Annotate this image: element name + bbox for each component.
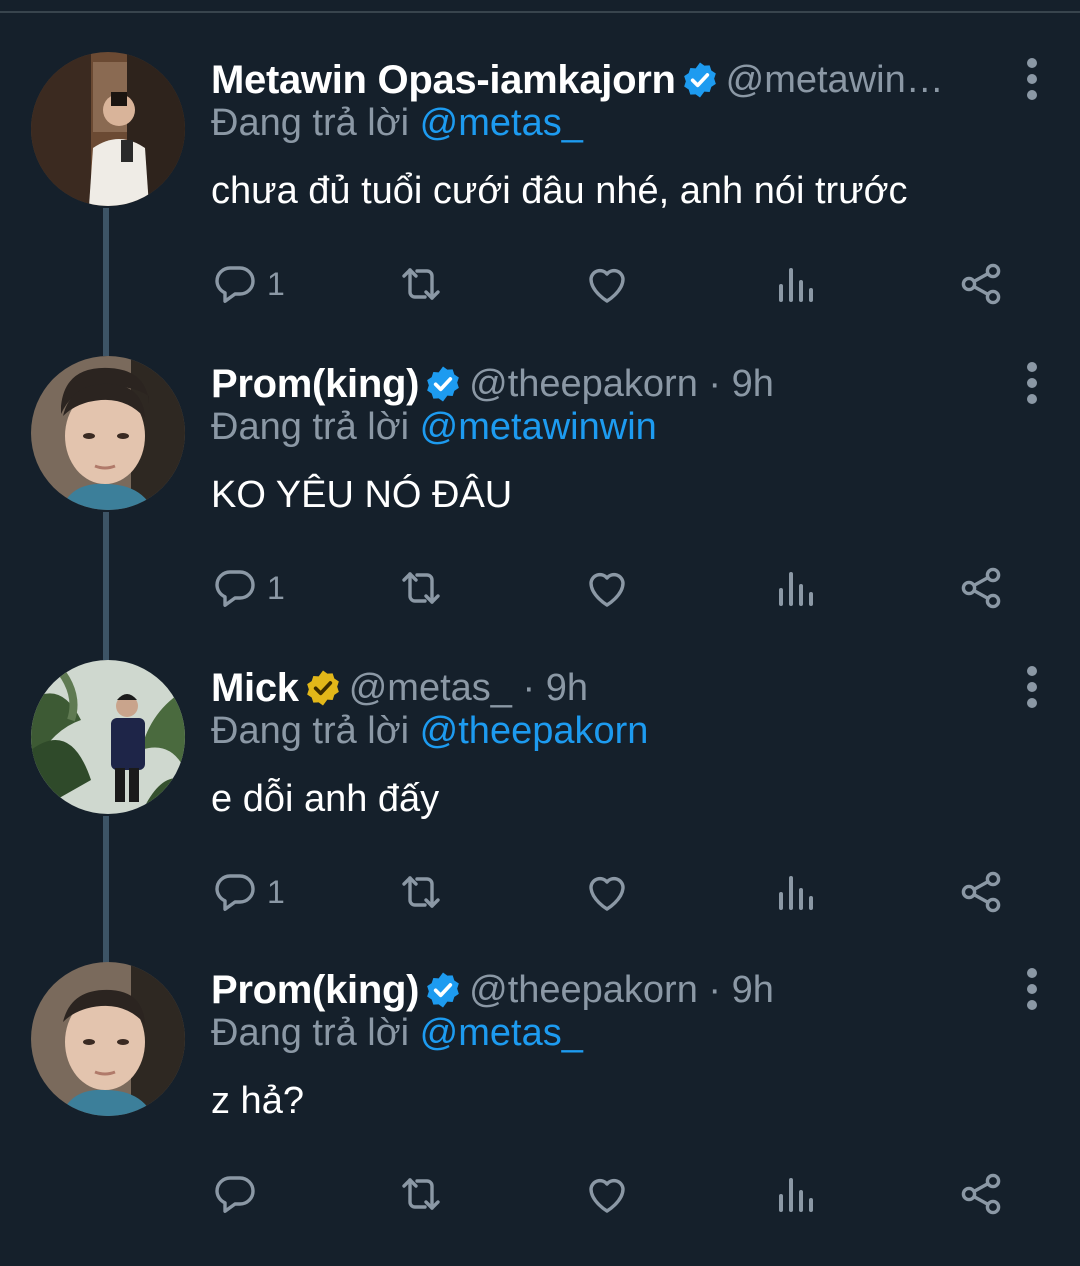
author-name[interactable]: Prom(king) (211, 362, 419, 407)
like-button[interactable] (583, 864, 631, 920)
heart-icon (583, 868, 631, 916)
retweet-icon (397, 260, 445, 308)
views-button[interactable] (771, 560, 819, 616)
share-button[interactable] (957, 1166, 1005, 1222)
mention-link[interactable]: @theepakorn (420, 710, 649, 752)
reply-count: 1 (267, 873, 285, 910)
avatar[interactable] (31, 660, 185, 814)
tweet-text: chưa đủ tuổi cưới đâu nhé, anh nói trước (211, 170, 908, 212)
reply-count: 1 (267, 569, 285, 606)
views-icon (771, 868, 819, 916)
more-options-icon[interactable] (1024, 666, 1040, 714)
reply-icon (211, 1170, 259, 1218)
reply-button[interactable]: 1 (211, 256, 285, 312)
action-bar (211, 1166, 1011, 1222)
reply-button[interactable] (211, 1166, 267, 1222)
action-bar: 1 (211, 560, 1011, 616)
reply-button[interactable]: 1 (211, 864, 285, 920)
mention-link[interactable]: @metas_ (420, 102, 583, 144)
tweet[interactable]: Metawin Opas-iamkajorn @metawin… Đang tr… (0, 52, 1080, 356)
share-button[interactable] (957, 256, 1005, 312)
top-divider (0, 0, 1080, 13)
tweet[interactable]: Prom(king) @theepakorn · 9h Đang trả lời… (0, 962, 1080, 1266)
heart-icon (583, 1170, 631, 1218)
action-bar: 1 (211, 256, 1011, 312)
author-handle[interactable]: @metawin… (726, 59, 944, 102)
tweet-text: z hả? (211, 1080, 304, 1122)
reply-icon (211, 868, 259, 916)
views-icon (771, 1170, 819, 1218)
replying-to: Đang trả lời @theepakorn (211, 710, 649, 752)
retweet-button[interactable] (397, 864, 445, 920)
author-name[interactable]: Prom(king) (211, 968, 419, 1013)
action-bar: 1 (211, 864, 1011, 920)
like-button[interactable] (583, 256, 631, 312)
more-options-icon[interactable] (1024, 968, 1040, 1016)
views-button[interactable] (771, 864, 819, 920)
replying-to: Đang trả lời @metas_ (211, 1012, 583, 1054)
reply-icon (211, 260, 259, 308)
share-icon (957, 1170, 1005, 1218)
share-button[interactable] (957, 560, 1005, 616)
more-options-icon[interactable] (1024, 58, 1040, 106)
retweet-icon (397, 868, 445, 916)
tweet[interactable]: Prom(king) @theepakorn · 9h Đang trả lời… (0, 356, 1080, 660)
retweet-button[interactable] (397, 560, 445, 616)
retweet-icon (397, 1170, 445, 1218)
views-icon (771, 260, 819, 308)
retweet-button[interactable] (397, 256, 445, 312)
replying-to: Đang trả lời @metas_ (211, 102, 583, 144)
retweet-button[interactable] (397, 1166, 445, 1222)
views-button[interactable] (771, 256, 819, 312)
mention-link[interactable]: @metawinwin (420, 406, 657, 448)
avatar[interactable] (31, 356, 185, 510)
verified-badge-icon (423, 364, 463, 404)
verified-badge-icon (423, 970, 463, 1010)
replying-to: Đang trả lời @metawinwin (211, 406, 657, 448)
like-button[interactable] (583, 1166, 631, 1222)
mention-link[interactable]: @metas_ (420, 1012, 583, 1054)
more-options-icon[interactable] (1024, 362, 1040, 410)
author-name[interactable]: Mick (211, 666, 299, 711)
heart-icon (583, 260, 631, 308)
tweet-text: e dỗi anh đấy (211, 778, 440, 820)
avatar[interactable] (31, 52, 185, 206)
avatar[interactable] (31, 962, 185, 1116)
author-name[interactable]: Metawin Opas-iamkajorn (211, 58, 676, 103)
views-button[interactable] (771, 1166, 819, 1222)
views-icon (771, 564, 819, 612)
reply-button[interactable]: 1 (211, 560, 285, 616)
author-handle[interactable]: @theepakorn · 9h (469, 969, 774, 1012)
reply-icon (211, 564, 259, 612)
author-handle[interactable]: @theepakorn · 9h (469, 363, 774, 406)
reply-count: 1 (267, 265, 285, 302)
heart-icon (583, 564, 631, 612)
share-icon (957, 868, 1005, 916)
tweet-text: KO YÊU NÓ ĐÂU (211, 474, 513, 516)
verified-badge-icon (680, 60, 720, 100)
share-icon (957, 564, 1005, 612)
verified-badge-icon (303, 668, 343, 708)
like-button[interactable] (583, 560, 631, 616)
share-icon (957, 260, 1005, 308)
tweet[interactable]: Mick @metas_ · 9h Đang trả lời @theepako… (0, 660, 1080, 964)
retweet-icon (397, 564, 445, 612)
author-handle[interactable]: @metas_ · 9h (349, 667, 588, 710)
share-button[interactable] (957, 864, 1005, 920)
